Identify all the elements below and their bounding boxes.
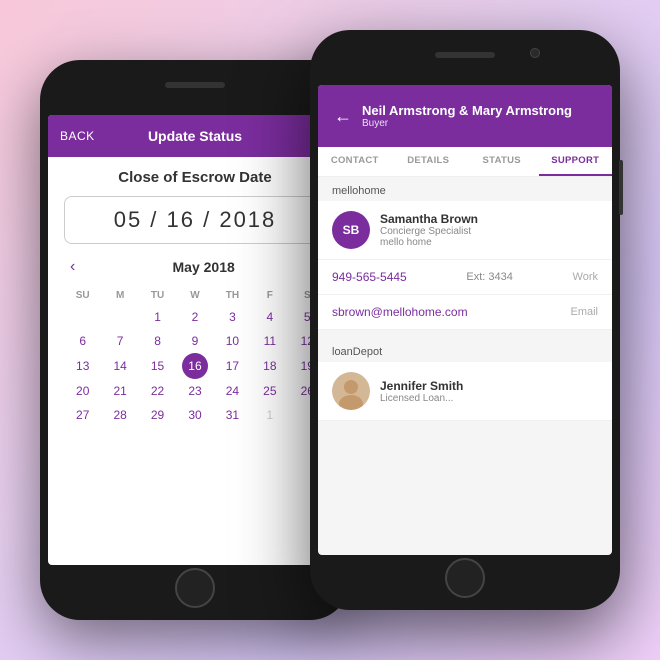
cal-day-1[interactable]: 1 xyxy=(139,305,176,329)
contact-company-samantha: mello home xyxy=(380,237,478,248)
cal-day-20[interactable]: 20 xyxy=(64,379,101,403)
cal-day-8[interactable]: 8 xyxy=(139,329,176,353)
phone-right-camera xyxy=(530,48,540,58)
cal-day-25[interactable]: 25 xyxy=(251,379,288,403)
phone-ext: Ext: 3434 xyxy=(466,271,512,283)
cal-day-13[interactable]: 13 xyxy=(64,353,101,379)
header-title: Update Status xyxy=(148,128,242,144)
phone-value[interactable]: 949-565-5445 xyxy=(332,270,407,284)
calendar-week-1: 1 2 3 4 5 xyxy=(64,305,326,329)
prev-month-arrow[interactable]: ‹ xyxy=(64,256,81,278)
calendar-grid: SU M TU W TH F S 1 2 3 xyxy=(64,286,326,427)
contact-name-jennifer: Jennifer Smith xyxy=(380,379,463,393)
day-header-m: M xyxy=(101,286,138,305)
cal-day-17[interactable]: 17 xyxy=(214,353,251,379)
month-year-label: May 2018 xyxy=(81,259,326,275)
contact-role: Buyer xyxy=(362,118,572,129)
cal-day-15[interactable]: 15 xyxy=(139,353,176,379)
phones-container: BACK Update Status Close of Escrow Date … xyxy=(40,30,620,630)
back-arrow-icon[interactable]: ← xyxy=(334,106,352,127)
cal-day-31[interactable]: 31 xyxy=(214,403,251,427)
day-header-th: TH xyxy=(214,286,251,305)
day-header-w: W xyxy=(176,286,213,305)
day-header-f: F xyxy=(251,286,288,305)
calendar-title: Close of Escrow Date xyxy=(64,169,326,186)
cal-day-28[interactable]: 28 xyxy=(101,403,138,427)
cal-day-29[interactable]: 29 xyxy=(139,403,176,427)
contact-details-samantha: Samantha Brown Concierge Specialist mell… xyxy=(380,212,478,248)
phone-right-screen: ← Neil Armstrong & Mary Armstrong Buyer … xyxy=(318,85,612,555)
contact-name: Neil Armstrong & Mary Armstrong xyxy=(362,103,572,118)
day-header-su: SU xyxy=(64,286,101,305)
contact-info: Neil Armstrong & Mary Armstrong Buyer xyxy=(362,103,572,129)
left-header: BACK Update Status xyxy=(48,115,342,157)
calendar-week-5: 27 28 29 30 31 1 xyxy=(64,403,326,427)
cal-day-6[interactable]: 6 xyxy=(64,329,101,353)
cal-day-14[interactable]: 14 xyxy=(101,353,138,379)
cal-day-30[interactable]: 30 xyxy=(176,403,213,427)
cal-day-18[interactable]: 18 xyxy=(251,353,288,379)
right-content: mellohome SB Samantha Brown Concierge Sp… xyxy=(318,177,612,537)
cal-day-3[interactable]: 3 xyxy=(214,305,251,329)
contact-role-jennifer: Licensed Loan... xyxy=(380,393,463,404)
cal-day-21[interactable]: 21 xyxy=(101,379,138,403)
email-label: Email xyxy=(570,306,598,318)
contact-card-jennifer: Jennifer Smith Licensed Loan... xyxy=(318,362,612,421)
info-row-phone: 949-565-5445 Ext: 3434 Work xyxy=(318,260,612,295)
calendar-week-2: 6 7 8 9 10 11 12 xyxy=(64,329,326,353)
cal-day-4[interactable]: 4 xyxy=(251,305,288,329)
phone-label: Work xyxy=(573,271,598,283)
phone-right-speaker xyxy=(435,52,495,58)
back-button[interactable]: BACK xyxy=(60,129,95,143)
cal-day-7[interactable]: 7 xyxy=(101,329,138,353)
calendar-week-3: 13 14 15 16 17 18 19 xyxy=(64,353,326,379)
cal-day-10[interactable]: 10 xyxy=(214,329,251,353)
contact-details-jennifer: Jennifer Smith Licensed Loan... xyxy=(380,379,463,404)
phone-left-screen: BACK Update Status Close of Escrow Date … xyxy=(48,115,342,565)
tab-contact[interactable]: CONTACT xyxy=(318,147,392,176)
cal-day-22[interactable]: 22 xyxy=(139,379,176,403)
cal-day-2[interactable]: 2 xyxy=(176,305,213,329)
section-label-mellohome: mellohome xyxy=(318,177,612,201)
day-header-tu: TU xyxy=(139,286,176,305)
cal-day-16-selected[interactable]: 16 xyxy=(182,353,208,379)
right-header: ← Neil Armstrong & Mary Armstrong Buyer xyxy=(318,85,612,147)
cal-day-empty xyxy=(101,305,138,329)
info-row-email: sbrown@mellohome.com Email xyxy=(318,295,612,330)
cal-day-9[interactable]: 9 xyxy=(176,329,213,353)
tab-support[interactable]: SUPPORT xyxy=(539,147,613,176)
calendar-nav: ‹ May 2018 xyxy=(64,256,326,278)
cal-day-24[interactable]: 24 xyxy=(214,379,251,403)
email-value[interactable]: sbrown@mellohome.com xyxy=(332,305,468,319)
phone-right-home-btn[interactable] xyxy=(445,558,485,598)
calendar-day-headers: SU M TU W TH F S xyxy=(64,286,326,305)
cal-day-27[interactable]: 27 xyxy=(64,403,101,427)
contact-role-samantha: Concierge Specialist xyxy=(380,226,478,237)
avatar-js xyxy=(332,372,370,410)
calendar-week-4: 20 21 22 23 24 25 26 xyxy=(64,379,326,403)
cal-day-23[interactable]: 23 xyxy=(176,379,213,403)
tab-status[interactable]: STATUS xyxy=(465,147,539,176)
cal-day-empty xyxy=(64,305,101,329)
section-gap xyxy=(318,330,612,338)
date-input[interactable]: 05 / 16 / 2018 xyxy=(64,196,326,244)
cal-day-next-1[interactable]: 1 xyxy=(251,403,288,427)
phone-left: BACK Update Status Close of Escrow Date … xyxy=(40,60,350,620)
phone-right-side-btn xyxy=(619,160,623,215)
contact-card-samantha: SB Samantha Brown Concierge Specialist m… xyxy=(318,201,612,260)
calendar-section: Close of Escrow Date 05 / 16 / 2018 ‹ Ma… xyxy=(48,157,342,435)
avatar-sb: SB xyxy=(332,211,370,249)
right-tabs: CONTACT DETAILS STATUS SUPPORT xyxy=(318,147,612,177)
phone-right: ← Neil Armstrong & Mary Armstrong Buyer … xyxy=(310,30,620,610)
contact-name-samantha: Samantha Brown xyxy=(380,212,478,226)
phone-left-home-btn[interactable] xyxy=(175,568,215,608)
section-label-loandepot: loanDepot xyxy=(318,338,612,362)
cal-day-11[interactable]: 11 xyxy=(251,329,288,353)
tab-details[interactable]: DETAILS xyxy=(392,147,466,176)
phone-left-speaker xyxy=(165,82,225,88)
